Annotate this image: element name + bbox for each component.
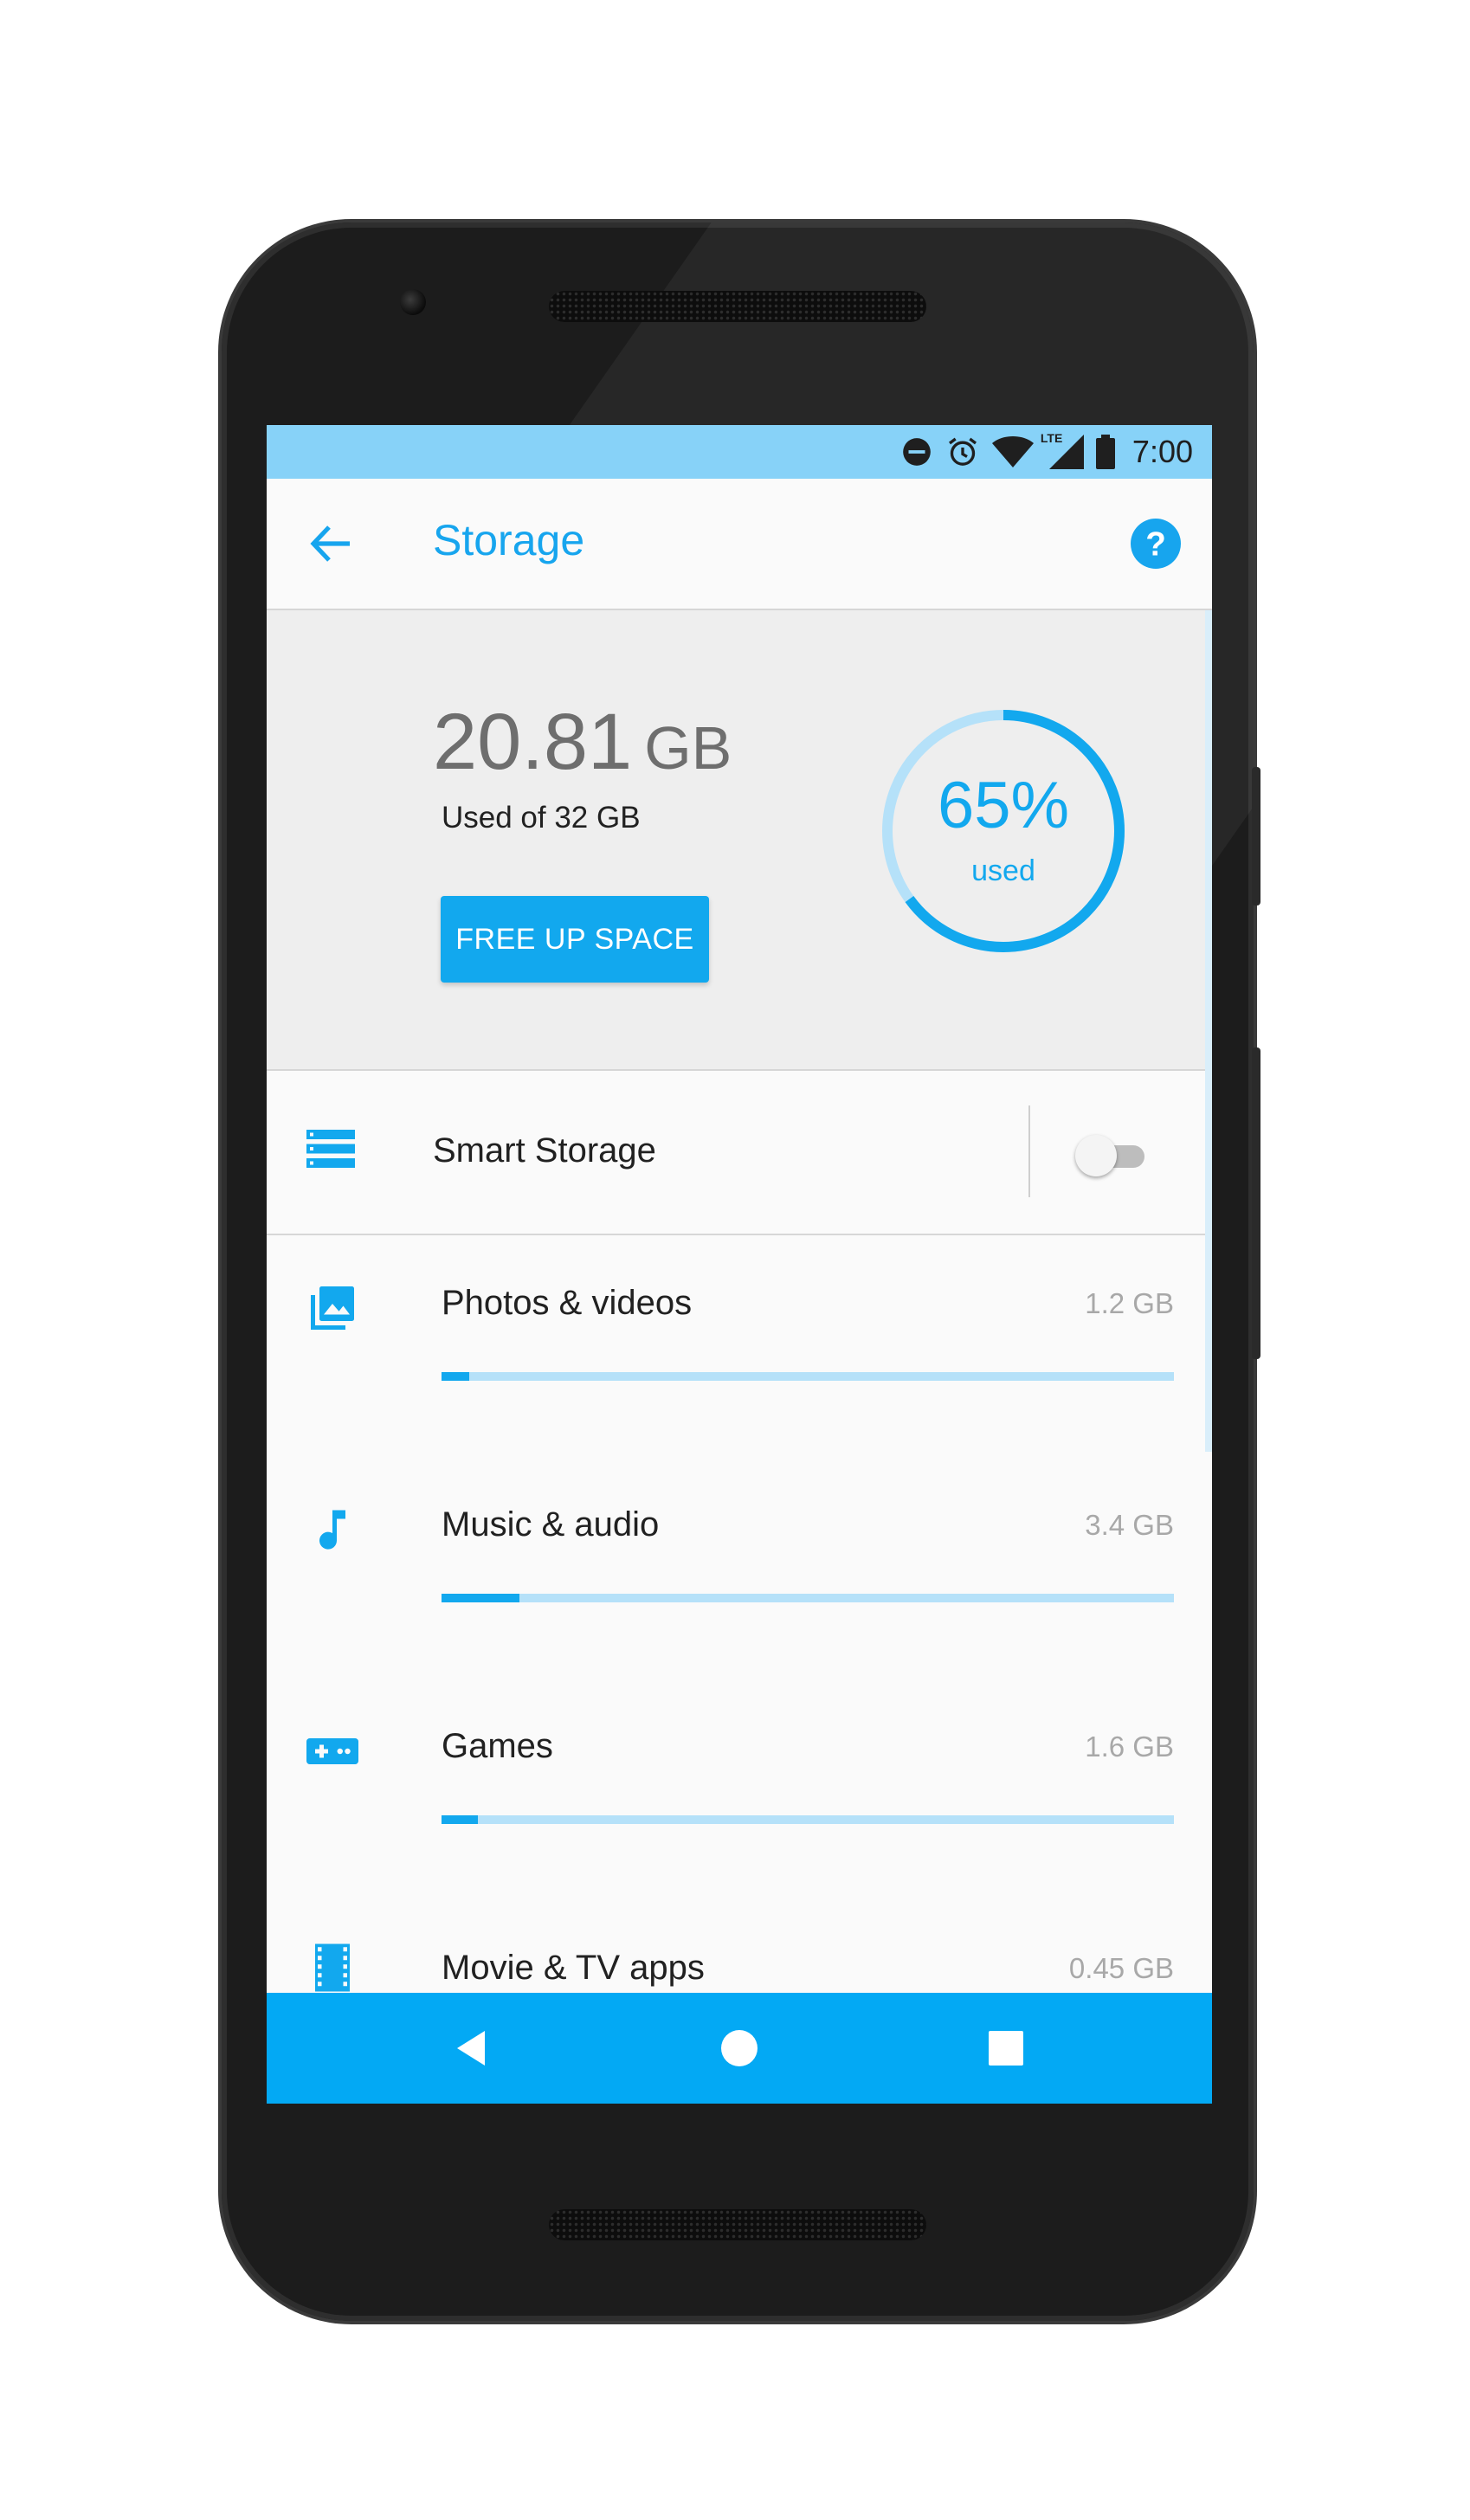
category-label: Photos & videos bbox=[442, 1284, 693, 1322]
gamepad-icon bbox=[306, 1725, 358, 1777]
category-music[interactable]: Music & audio 3.4 GB bbox=[267, 1457, 1212, 1679]
used-amount: 20.81 GB bbox=[433, 697, 732, 788]
back-triangle-icon bbox=[457, 2031, 485, 2066]
page-title: Storage bbox=[433, 516, 585, 564]
svg-text:?: ? bbox=[1145, 525, 1166, 563]
category-label: Music & audio bbox=[442, 1505, 660, 1544]
smart-storage-toggle[interactable] bbox=[1075, 1135, 1153, 1176]
category-usage-fill bbox=[442, 1594, 519, 1602]
category-games[interactable]: Games 1.6 GB bbox=[267, 1679, 1212, 1900]
storage-list-icon bbox=[306, 1130, 355, 1168]
recents-square-icon bbox=[989, 2031, 1023, 2066]
used-value: 20.81 bbox=[433, 698, 633, 786]
power-button bbox=[1252, 767, 1260, 906]
category-usage-fill bbox=[442, 1815, 479, 1824]
volume-button bbox=[1252, 1047, 1260, 1359]
film-icon bbox=[306, 1942, 358, 1994]
bottom-speaker bbox=[549, 2209, 926, 2240]
free-up-space-button[interactable]: FREE UP SPACE bbox=[441, 896, 709, 983]
smart-storage-row[interactable]: Smart Storage bbox=[267, 1071, 1212, 1235]
network-type-label: LTE bbox=[1040, 431, 1063, 445]
top-speaker bbox=[549, 291, 926, 322]
category-usage-bar bbox=[442, 1815, 1174, 1824]
category-label: Games bbox=[442, 1727, 553, 1765]
category-usage-fill bbox=[442, 1372, 469, 1381]
nav-recents-button[interactable] bbox=[954, 1993, 1058, 2104]
category-label: Movie & TV apps bbox=[442, 1949, 705, 1987]
category-usage-bar bbox=[442, 1594, 1174, 1602]
usage-gauge: 65% used bbox=[878, 706, 1129, 957]
nav-back-button[interactable] bbox=[421, 1993, 525, 2104]
front-camera bbox=[400, 289, 426, 315]
nav-home-button[interactable] bbox=[687, 1993, 791, 2104]
do-not-disturb-icon bbox=[900, 435, 933, 468]
category-size: 0.45 GB bbox=[1068, 1952, 1174, 1984]
arrow-back-icon[interactable] bbox=[308, 524, 353, 564]
wifi-icon bbox=[991, 435, 1034, 469]
photo-library-icon bbox=[306, 1282, 358, 1334]
storage-summary: 20.81 GB Used of 32 GB FREE UP SPACE 65% … bbox=[267, 610, 1212, 1071]
category-photos[interactable]: Photos & videos 1.2 GB bbox=[267, 1235, 1212, 1457]
app-bar: Storage ? bbox=[267, 479, 1212, 610]
used-unit: GB bbox=[644, 714, 732, 782]
scrollbar[interactable] bbox=[1205, 610, 1212, 1452]
help-icon[interactable]: ? bbox=[1131, 519, 1181, 569]
usage-percent: 65% bbox=[937, 769, 1070, 842]
status-bar: LTE 7:00 bbox=[267, 425, 1212, 479]
category-size: 1.6 GB bbox=[1085, 1730, 1174, 1763]
category-size: 3.4 GB bbox=[1085, 1509, 1174, 1541]
screen: LTE 7:00 Storage ? 20.81 GB Used of 32 GB… bbox=[267, 425, 1212, 2104]
cell-signal-icon: LTE bbox=[1041, 431, 1084, 469]
usage-percent-label: used bbox=[971, 854, 1035, 887]
system-nav-bar bbox=[267, 1993, 1212, 2104]
home-circle-icon bbox=[721, 2030, 758, 2066]
status-icons: LTE 7:00 bbox=[900, 425, 1193, 479]
toggle-thumb bbox=[1075, 1135, 1117, 1176]
used-of-total: Used of 32 GB bbox=[442, 801, 641, 835]
category-usage-bar bbox=[442, 1372, 1174, 1381]
clock: 7:00 bbox=[1132, 434, 1193, 469]
battery-icon bbox=[1095, 435, 1115, 469]
category-size: 1.2 GB bbox=[1085, 1287, 1174, 1319]
music-note-icon bbox=[306, 1504, 358, 1556]
row-divider bbox=[1028, 1105, 1030, 1197]
alarm-icon bbox=[945, 435, 980, 469]
smart-storage-label: Smart Storage bbox=[433, 1131, 656, 1170]
